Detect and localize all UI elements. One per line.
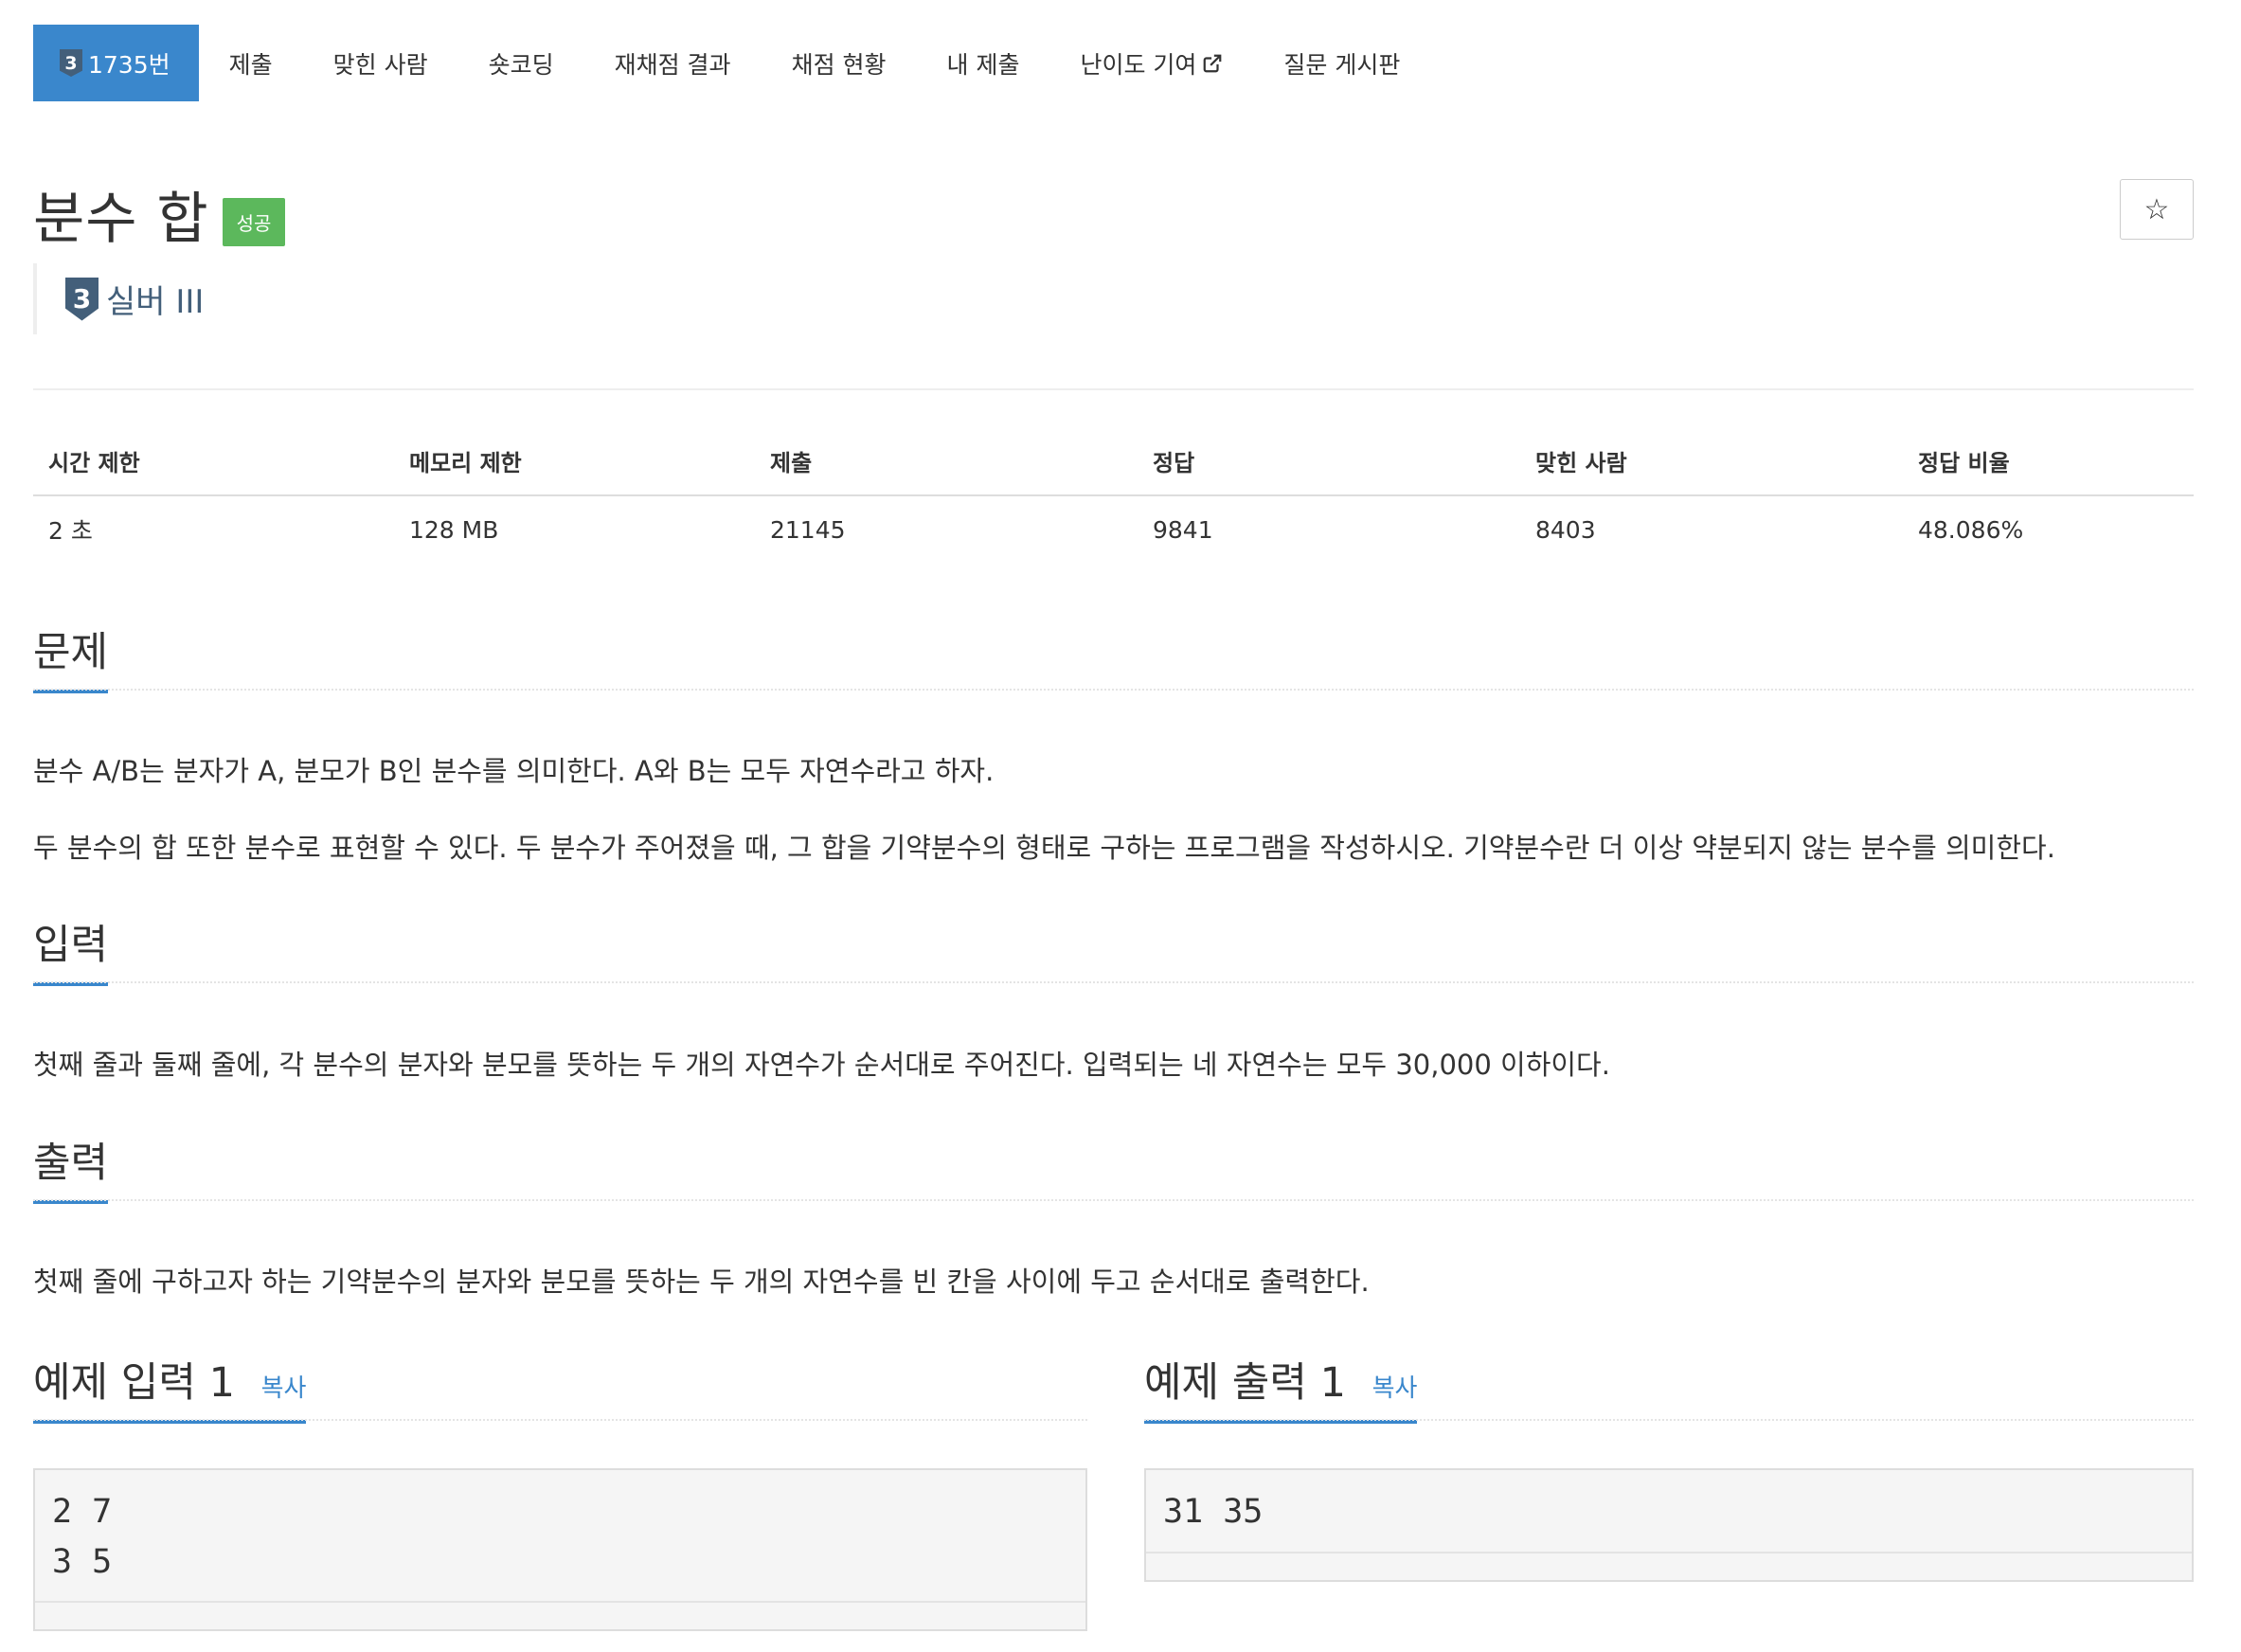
copy-sample-output-button[interactable]: 복사 <box>1372 1374 1418 1403</box>
header-accept-ratio: 정답 비율 <box>1918 449 2010 476</box>
tab-difficulty-label: 난이도 기여 <box>1080 50 1197 79</box>
sample-output-header: 예제 출력 1 복사 <box>1144 1350 2194 1424</box>
description-title: 문제 <box>33 620 109 693</box>
divider <box>33 388 2194 390</box>
sample-input-text: 2 7 3 5 <box>52 1493 113 1581</box>
description-paragraph-2: 두 분수의 합 또한 분수로 표현할 수 있다. 두 분수가 주어졌을 때, 그… <box>33 832 2055 864</box>
sample-box-footer <box>35 1601 1085 1629</box>
tab-solved-users-label: 맞힌 사람 <box>332 50 428 79</box>
tab-submit-label: 제출 <box>228 50 273 79</box>
problem-tier: 3 실버 III <box>33 263 204 334</box>
section-divider <box>33 1419 1087 1421</box>
tab-judge-status-label: 채점 현황 <box>791 50 887 79</box>
tab-problem[interactable]: 3 1735번 <box>33 25 199 101</box>
sample-output-title-wrap: 예제 출력 1 복사 <box>1144 1350 1418 1424</box>
tab-short-coding[interactable]: 숏코딩 <box>458 25 584 101</box>
header-memory-limit: 메모리 제한 <box>409 449 522 476</box>
section-divider <box>33 689 2194 691</box>
table-header-row: 시간 제한 메모리 제한 제출 정답 맞힌 사람 정답 비율 <box>33 426 2194 496</box>
sample-input-title: 예제 입력 1 <box>33 1359 235 1407</box>
tab-rejudge-results[interactable]: 재채점 결과 <box>584 25 762 101</box>
status-badge: 성공 <box>222 198 286 246</box>
sample-box-footer <box>1146 1552 2192 1580</box>
section-divider <box>33 981 2194 983</box>
section-divider <box>1144 1419 2194 1421</box>
input-description: 첫째 줄과 둘째 줄에, 각 분수의 분자와 분모를 뜻하는 두 개의 자연수가… <box>33 1049 1610 1081</box>
sample-input-box[interactable]: 2 7 3 5 <box>33 1468 1087 1631</box>
description-section-header: 문제 <box>33 620 2194 693</box>
tab-qna-board-label: 질문 게시판 <box>1283 50 1401 79</box>
time-limit-value: 2 초 <box>48 517 93 545</box>
external-link-icon <box>1204 54 1222 72</box>
problem-nav: 3 1735번 제출 맞힌 사람 숏코딩 재채점 결과 채점 현황 내 제출 난… <box>33 25 1430 101</box>
tier-badge-icon: 3 <box>60 49 82 77</box>
tab-qna-board[interactable]: 질문 게시판 <box>1253 25 1430 101</box>
header-solved-users: 맞힌 사람 <box>1535 449 1627 476</box>
header-accepted: 정답 <box>1153 449 1195 476</box>
tab-difficulty-contribution[interactable]: 난이도 기여 <box>1049 25 1253 101</box>
sample-output-box[interactable]: 31 35 <box>1144 1468 2194 1582</box>
tier-name[interactable]: 실버 III <box>106 276 204 322</box>
tab-my-submissions-label: 내 제출 <box>946 50 1020 79</box>
input-section-header: 입력 <box>33 912 2194 986</box>
accept-ratio-value: 48.086% <box>1918 515 2024 544</box>
submissions-value: 21145 <box>770 515 846 544</box>
solved-users-value: 8403 <box>1535 515 1596 544</box>
tab-submit[interactable]: 제출 <box>199 25 303 101</box>
section-divider <box>33 1199 2194 1201</box>
star-icon: ☆ <box>2143 192 2170 226</box>
tab-short-coding-label: 숏코딩 <box>488 50 554 79</box>
memory-limit-value: 128 MB <box>409 515 499 544</box>
tab-rejudge-results-label: 재채점 결과 <box>614 50 731 79</box>
header-submissions: 제출 <box>770 449 813 476</box>
tab-solved-users[interactable]: 맞힌 사람 <box>303 25 458 101</box>
tier-shield-icon: 3 <box>65 277 99 321</box>
sample-output-text: 31 35 <box>1163 1493 1264 1531</box>
tab-my-submissions[interactable]: 내 제출 <box>917 25 1050 101</box>
output-description: 첫째 줄에 구하고자 하는 기약분수의 분자와 분모를 뜻하는 두 개의 자연수… <box>33 1266 1370 1298</box>
tab-judge-status[interactable]: 채점 현황 <box>762 25 917 101</box>
sample-input-title-wrap: 예제 입력 1 복사 <box>33 1350 307 1424</box>
problem-title-row: 분수 합 성공 <box>33 173 286 254</box>
output-title: 출력 <box>33 1130 109 1204</box>
problem-title: 분수 합 <box>33 186 209 251</box>
problem-info-table: 시간 제한 메모리 제한 제출 정답 맞힌 사람 정답 비율 2 초 128 M… <box>33 426 2194 563</box>
output-section-header: 출력 <box>33 1130 2194 1204</box>
problem-page: 3 1735번 제출 맞힌 사람 숏코딩 재채점 결과 채점 현황 내 제출 난… <box>0 0 2241 1652</box>
tab-problem-label: 1735번 <box>88 50 170 79</box>
accepted-value: 9841 <box>1153 515 1213 544</box>
table-row: 2 초 128 MB 21145 9841 8403 48.086% <box>33 496 2194 563</box>
header-time-limit: 시간 제한 <box>48 449 140 476</box>
sample-input-header: 예제 입력 1 복사 <box>33 1350 1087 1424</box>
sample-output-title: 예제 출력 1 <box>1144 1359 1346 1407</box>
copy-sample-input-button[interactable]: 복사 <box>261 1374 307 1403</box>
star-button[interactable]: ☆ <box>2120 179 2194 240</box>
description-paragraph-1: 분수 A/B는 분자가 A, 분모가 B인 분수를 의미한다. A와 B는 모두… <box>33 755 995 787</box>
input-title: 입력 <box>33 912 109 986</box>
